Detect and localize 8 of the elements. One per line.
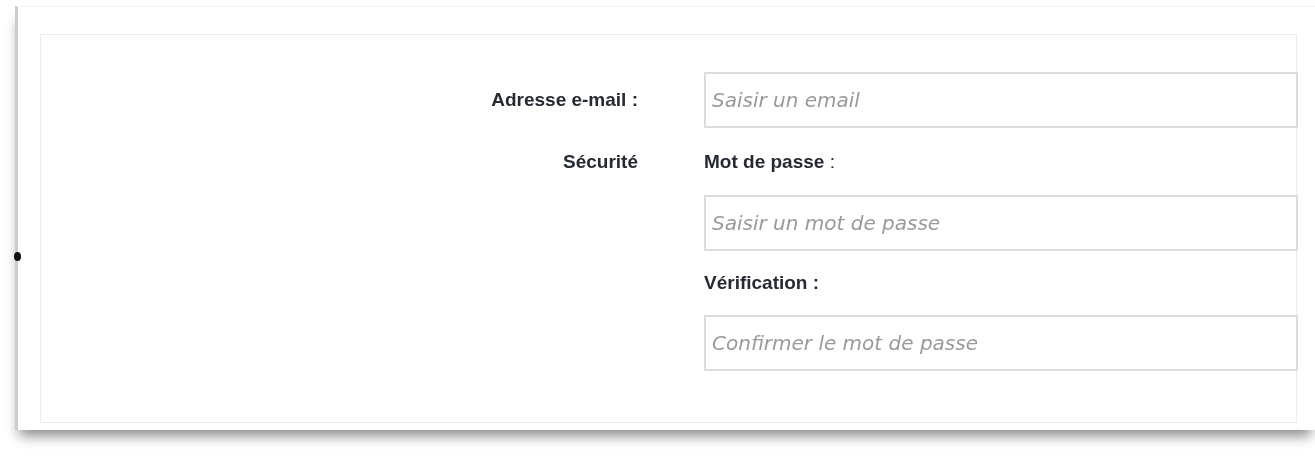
field-label: Mot de passe : bbox=[704, 150, 835, 174]
bullet-icon bbox=[14, 252, 21, 261]
security-label: Sécurité bbox=[563, 151, 638, 172]
email-field[interactable]: Saisir un email bbox=[704, 72, 1298, 128]
email-label: Adresse e-mail : bbox=[490, 87, 638, 112]
field-label: Vérification : bbox=[704, 270, 820, 295]
password-confirm-field[interactable]: Confirmer le mot de passe bbox=[704, 315, 1298, 371]
password-field[interactable]: Saisir un mot de passe bbox=[704, 194, 1298, 251]
